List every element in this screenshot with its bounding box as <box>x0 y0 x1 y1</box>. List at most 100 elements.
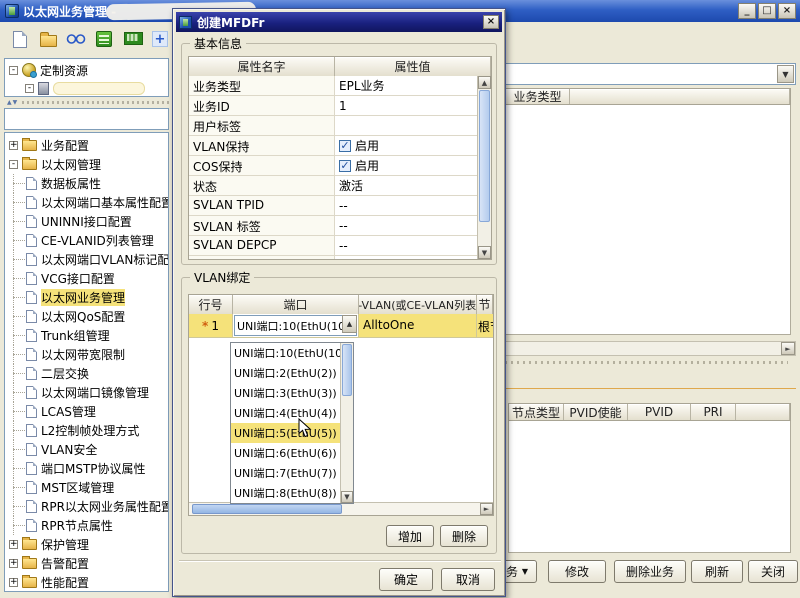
add-button[interactable]: 增加 <box>386 525 434 547</box>
checkbox-checked-icon[interactable]: ✓ <box>339 160 351 172</box>
checkbox-checked-icon[interactable]: ✓ <box>339 140 351 152</box>
panel-splitter[interactable]: ▲▼ <box>4 98 169 106</box>
attribute-row[interactable]: 用户标签 <box>189 116 491 136</box>
ok-button[interactable]: 确定 <box>379 568 433 591</box>
tree-item[interactable]: 以太网QoS配置 <box>5 307 168 326</box>
resource-tree-node[interactable]: - <box>5 79 168 97</box>
tree-item[interactable]: +保护管理 <box>5 535 168 554</box>
device-view-icon[interactable] <box>122 29 142 49</box>
refresh-button[interactable]: 刷新 <box>691 560 743 583</box>
attribute-value[interactable] <box>335 116 477 135</box>
scroll-down-icon[interactable]: ▼ <box>341 491 353 503</box>
scrollbar-thumb[interactable] <box>342 344 352 396</box>
dropdown-item[interactable]: UNI端口:3(EthU(3)) <box>231 383 353 403</box>
attribute-row[interactable]: 状态激活 <box>189 176 491 196</box>
dropdown-item[interactable]: UNI端口:2(EthU(2)) <box>231 363 353 383</box>
tree-item[interactable]: +性能配置 <box>5 573 168 592</box>
attribute-row[interactable]: 业务ID1 <box>189 96 491 116</box>
attribute-row[interactable]: 业务类型EPL业务 <box>189 76 491 96</box>
service-filter-combobox[interactable]: ▼ <box>500 63 796 85</box>
tree-item[interactable]: MST区域管理 <box>5 478 168 497</box>
tree-item[interactable]: -以太网管理 <box>5 155 168 174</box>
scroll-right-icon[interactable]: ► <box>480 503 493 515</box>
attribute-value[interactable]: ✓启用 <box>335 156 477 175</box>
expand-icon[interactable]: + <box>9 578 18 587</box>
combo-open-icon[interactable]: ▲ <box>342 315 357 333</box>
maximize-button[interactable]: □ <box>758 3 776 19</box>
attribute-value[interactable]: 激活 <box>335 176 477 195</box>
dropdown-item[interactable]: UNI端口:5(EthU(5)) <box>231 423 353 443</box>
splitter-arrows-icon[interactable]: ▲▼ <box>7 99 18 106</box>
dropdown-item[interactable]: UNI端口:8(EthU(8)) <box>231 483 353 503</box>
scroll-down-icon[interactable]: ▼ <box>478 246 491 259</box>
resource-tree-root[interactable]: - 定制资源 <box>5 61 168 79</box>
ce-vlan-cell[interactable]: AlltoOne <box>359 314 477 337</box>
close-button[interactable]: × <box>778 3 796 19</box>
collapse-icon[interactable]: - <box>9 66 18 75</box>
scrollbar-thumb[interactable] <box>192 504 342 514</box>
new-document-icon[interactable] <box>10 29 30 49</box>
chevron-down-icon[interactable]: ▼ <box>777 65 794 83</box>
list-view-icon[interactable] <box>94 29 114 49</box>
tree-item[interactable]: UNINNI接口配置 <box>5 212 168 231</box>
expand-icon[interactable]: + <box>9 559 18 568</box>
basic-info-vscrollbar[interactable]: ▲ ▼ <box>477 76 491 259</box>
tree-item[interactable]: 以太网端口镜像管理 <box>5 383 168 402</box>
tree-item[interactable]: VCG接口配置 <box>5 269 168 288</box>
attribute-row[interactable]: VLAN保持✓启用 <box>189 136 491 156</box>
tree-item[interactable]: 端口MSTP协议属性 <box>5 459 168 478</box>
tree-item[interactable]: +业务配置 <box>5 136 168 155</box>
attribute-value[interactable]: EPL业务 <box>335 76 477 95</box>
tree-item[interactable]: RPR以太网业务属性配置 <box>5 497 168 516</box>
attribute-row[interactable]: SVLAN 标签-- <box>189 216 491 236</box>
scroll-up-icon[interactable]: ▲ <box>478 76 491 89</box>
attribute-value[interactable]: 1 <box>335 96 477 115</box>
delete-button[interactable]: 删除 <box>440 525 488 547</box>
dialog-close-button[interactable]: × <box>483 15 499 29</box>
vlan-binding-row[interactable]: * 1 UNI端口:10(EthU(10)) ▲ AlltoOne 根节 <box>189 314 493 338</box>
attribute-value[interactable]: -- <box>335 196 477 215</box>
tree-item[interactable]: +告警配置 <box>5 554 168 573</box>
tree-item[interactable]: VLAN安全 <box>5 440 168 459</box>
tree-filter-input[interactable] <box>4 108 169 130</box>
zoom-in-icon[interactable]: + <box>152 31 168 47</box>
port-combobox[interactable]: UNI端口:10(EthU(10)) <box>234 315 357 336</box>
close-window-button[interactable]: 关闭 <box>748 560 798 583</box>
tree-item[interactable]: 以太网业务管理 <box>5 288 168 307</box>
collapse-icon[interactable]: - <box>9 160 18 169</box>
attribute-row[interactable]: 老化时间使能 <box>189 256 491 260</box>
attribute-value[interactable] <box>335 256 477 260</box>
tree-item[interactable]: CE-VLANID列表管理 <box>5 231 168 250</box>
tree-item[interactable]: 以太网端口VLAN标记配置 <box>5 250 168 269</box>
delete-service-button[interactable]: 删除业务 <box>614 560 686 583</box>
scroll-right-icon[interactable]: ► <box>781 342 795 355</box>
tree-item[interactable]: L2控制帧处理方式 <box>5 421 168 440</box>
attribute-row[interactable]: SVLAN TPID-- <box>189 196 491 216</box>
dropdown-item[interactable]: UNI端口:10(EthU(10)) <box>231 343 353 363</box>
tree-item[interactable]: LCAS管理 <box>5 402 168 421</box>
splitter-grip[interactable] <box>22 101 169 104</box>
tree-item[interactable]: RPR节点属性 <box>5 516 168 535</box>
tree-item[interactable]: 以太网带宽限制 <box>5 345 168 364</box>
attribute-value[interactable]: -- <box>335 236 477 255</box>
expand-icon[interactable]: + <box>9 141 18 150</box>
modify-button[interactable]: 修改 <box>548 560 606 583</box>
dropdown-item[interactable]: UNI端口:4(EthU(4)) <box>231 403 353 423</box>
tree-item[interactable]: 以太网端口基本属性配置 <box>5 193 168 212</box>
attribute-value[interactable]: -- <box>335 216 477 235</box>
service-table-hscrollbar[interactable]: ► <box>505 341 796 356</box>
scrollbar-thumb[interactable] <box>479 90 490 222</box>
tree-item[interactable]: 数据板属性 <box>5 174 168 193</box>
tree-item[interactable]: Trunk组管理 <box>5 326 168 345</box>
section-splitter-grip[interactable] <box>505 361 788 364</box>
attribute-row[interactable]: SVLAN DEPCP-- <box>189 236 491 256</box>
cancel-button[interactable]: 取消 <box>441 568 495 591</box>
attribute-row[interactable]: COS保持✓启用 <box>189 156 491 176</box>
dropdown-item[interactable]: UNI端口:6(EthU(6)) <box>231 443 353 463</box>
view-search-icon[interactable] <box>66 29 86 49</box>
minimize-button[interactable]: _ <box>738 3 756 19</box>
open-folder-icon[interactable] <box>38 29 58 49</box>
expand-icon[interactable]: + <box>9 540 18 549</box>
attribute-value[interactable]: ✓启用 <box>335 136 477 155</box>
dropdown-scrollbar[interactable]: ▼ <box>340 343 353 503</box>
